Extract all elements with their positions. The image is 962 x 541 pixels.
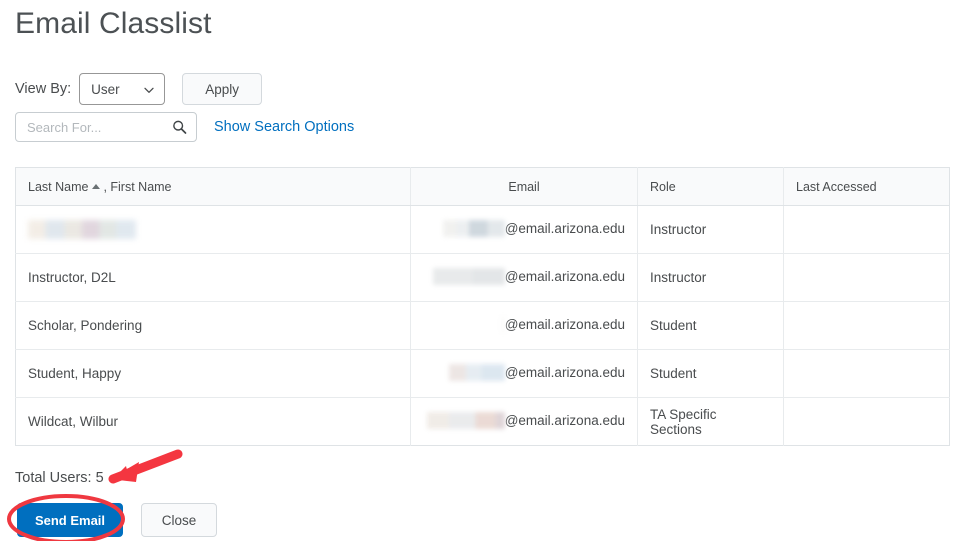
redacted-email-blob <box>500 315 505 333</box>
send-email-button[interactable]: Send Email <box>17 503 123 537</box>
page-title: Email Classlist <box>15 7 212 40</box>
redacted-email-blob <box>432 267 505 285</box>
table-row[interactable]: Wildcat, Wilbur @email.arizona.edu TA Sp… <box>15 397 950 446</box>
cell-role: Instructor <box>637 205 784 254</box>
cell-name: Wildcat, Wilbur <box>15 397 411 446</box>
table-body: @email.arizona.edu Instructor Instructor… <box>15 205 950 446</box>
cell-email: @email.arizona.edu <box>410 301 638 350</box>
cell-last-accessed <box>783 349 950 398</box>
cell-email: @email.arizona.edu <box>410 349 638 398</box>
cell-email: @email.arizona.edu <box>410 253 638 302</box>
table-header-row: Last Name , First Name Email Role Last Ac… <box>15 167 950 206</box>
cell-last-accessed <box>783 253 950 302</box>
redacted-email-blob <box>426 411 505 429</box>
cell-name: Instructor, D2L <box>15 253 411 302</box>
cell-last-accessed <box>783 205 950 254</box>
column-header-first-name-label: , First Name <box>103 179 172 194</box>
sort-ascending-icon <box>92 184 101 190</box>
email-domain: @email.arizona.edu <box>504 316 625 332</box>
show-search-options-link[interactable]: Show Search Options <box>214 119 354 135</box>
cell-role: TA Specific Sections <box>637 397 784 446</box>
cell-email: @email.arizona.edu <box>410 397 638 446</box>
email-domain: @email.arizona.edu <box>504 220 625 236</box>
view-by-selected-value: User <box>91 81 120 97</box>
red-arrow-annotation <box>108 449 183 484</box>
column-header-email[interactable]: Email <box>410 167 638 206</box>
column-header-role[interactable]: Role <box>637 167 784 206</box>
apply-button[interactable]: Apply <box>182 73 263 105</box>
table-row[interactable]: Scholar, Pondering @email.arizona.edu St… <box>15 301 950 350</box>
redacted-email-blob <box>448 363 505 381</box>
table-row[interactable]: @email.arizona.edu Instructor <box>15 205 950 254</box>
column-header-last-name-label: Last Name <box>28 179 89 194</box>
cell-role: Student <box>637 349 784 398</box>
table-row[interactable]: Student, Happy @email.arizona.edu Studen… <box>15 349 950 398</box>
search-input[interactable] <box>16 113 169 141</box>
column-header-last-accessed[interactable]: Last Accessed <box>783 167 950 206</box>
chevron-down-icon <box>143 83 155 95</box>
email-domain: @email.arizona.edu <box>504 412 625 428</box>
cell-name: Student, Happy <box>15 349 411 398</box>
column-header-last-name[interactable]: Last Name , First Name <box>15 167 411 206</box>
cell-email: @email.arizona.edu <box>410 205 638 254</box>
cell-last-accessed <box>784 398 950 446</box>
email-domain: @email.arizona.edu <box>504 268 625 284</box>
view-by-label: View By: <box>15 81 72 97</box>
close-button[interactable]: Close <box>141 503 217 537</box>
total-users-label: Total Users: 5 <box>15 470 104 486</box>
cell-name: Scholar, Pondering <box>15 301 411 350</box>
redacted-email-blob <box>442 219 505 237</box>
cell-last-accessed <box>783 301 950 350</box>
view-by-select[interactable]: User <box>79 73 166 105</box>
search-row: Show Search Options <box>15 111 354 143</box>
cell-role: Instructor <box>637 253 784 302</box>
view-by-row: View By: User Apply <box>15 72 263 106</box>
search-icon[interactable] <box>172 120 187 135</box>
search-box[interactable] <box>15 112 197 142</box>
table-row[interactable]: Instructor, D2L @email.arizona.edu Instr… <box>15 253 950 302</box>
classlist-table: Last Name , First Name Email Role Last Ac… <box>15 167 950 446</box>
email-classlist-page: Email Classlist View By: User Apply Sho <box>0 0 962 541</box>
email-domain: @email.arizona.edu <box>504 364 625 380</box>
redacted-name-blob <box>28 220 136 239</box>
cell-role: Student <box>637 301 784 350</box>
footer-buttons: Send Email Close <box>17 503 217 537</box>
cell-name <box>15 205 411 254</box>
